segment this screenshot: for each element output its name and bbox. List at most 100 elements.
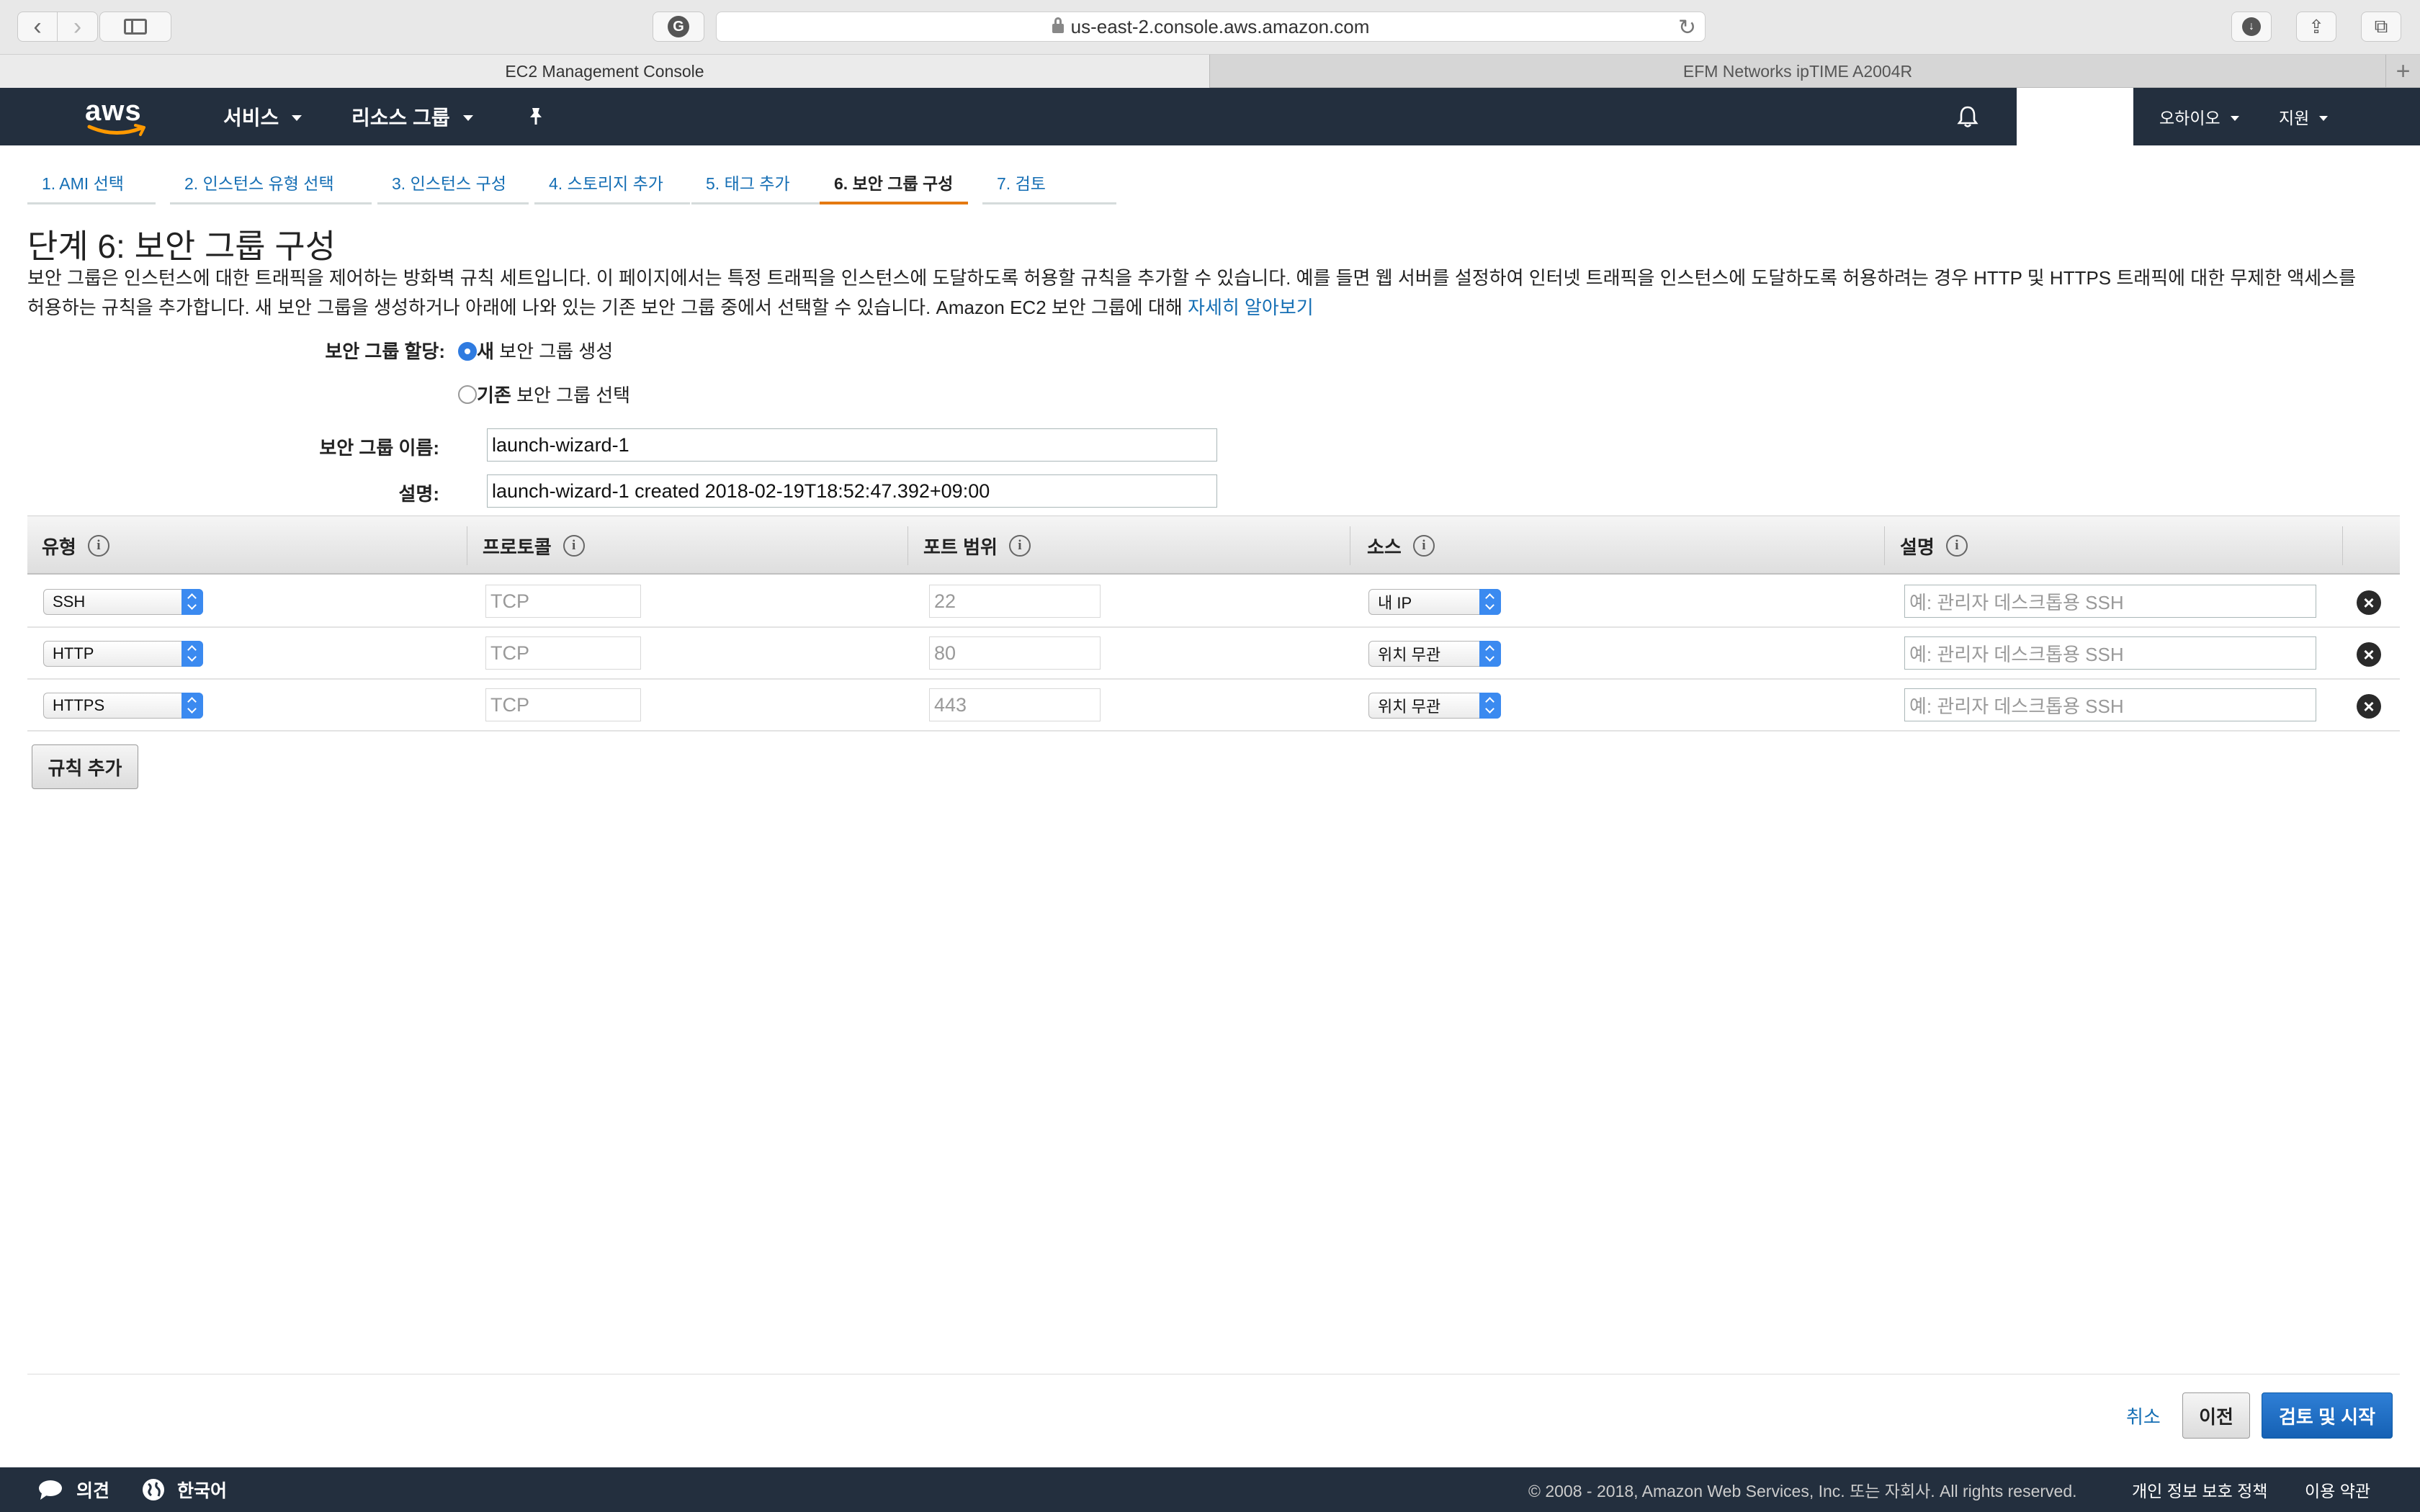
info-icon[interactable]: i bbox=[1412, 535, 1435, 557]
aws-logo[interactable]: aws bbox=[85, 95, 150, 138]
info-icon[interactable]: i bbox=[1945, 535, 1968, 557]
remove-rule-icon[interactable]: × bbox=[2357, 590, 2381, 615]
language-menu[interactable]: 한국어 bbox=[141, 1467, 227, 1512]
th-protocol: 프로토콜 i bbox=[483, 516, 585, 575]
info-icon[interactable]: i bbox=[563, 535, 585, 557]
step-add-storage[interactable]: 4. 스토리지 추가 bbox=[534, 170, 690, 204]
source-select[interactable]: 위치 무관 bbox=[1368, 693, 1501, 719]
aws-logo-text: aws bbox=[85, 95, 142, 127]
aws-smile-icon bbox=[87, 124, 145, 136]
tabs-icon: ⧉ bbox=[2374, 15, 2388, 37]
info-icon[interactable]: i bbox=[87, 535, 109, 557]
chevron-right-icon: › bbox=[73, 12, 82, 40]
th-desc-label: 설명 bbox=[1900, 536, 1935, 558]
source-select[interactable]: 위치 무관 bbox=[1368, 641, 1501, 667]
sidebar-icon bbox=[124, 19, 147, 35]
browser-tab-ec2[interactable]: EC2 Management Console bbox=[0, 55, 1210, 88]
select-arrows-icon bbox=[1479, 693, 1501, 719]
type-select[interactable]: SSH bbox=[43, 589, 203, 615]
th-source: 소스 i bbox=[1367, 516, 1435, 575]
aws-top-nav: aws 서비스 리소스 그룹 오하이오 지원 bbox=[0, 88, 2420, 145]
step-instance-type[interactable]: 2. 인스턴스 유형 선택 bbox=[170, 170, 372, 204]
extension-button[interactable]: G bbox=[653, 12, 704, 42]
address-bar[interactable]: us-east-2.console.aws.amazon.com ↻ bbox=[716, 12, 1706, 42]
support-menu[interactable]: 지원 bbox=[2279, 88, 2329, 145]
chevron-left-icon: ‹ bbox=[33, 12, 42, 40]
table-row: HTTP TCP 80 위치 무관 예: 관리자 데스크톱용 SSH × bbox=[27, 628, 2400, 680]
browser-tab-iptime[interactable]: EFM Networks ipTIME A2004R bbox=[1211, 55, 2385, 88]
resource-groups-menu[interactable]: 리소스 그룹 bbox=[351, 88, 473, 145]
feedback-link[interactable]: 의견 bbox=[37, 1467, 109, 1512]
services-menu[interactable]: 서비스 bbox=[223, 88, 302, 145]
console-footer: 의견 한국어 © 2008 - 2018, Amazon Web Service… bbox=[0, 1467, 2420, 1512]
services-label: 서비스 bbox=[223, 107, 279, 129]
back-button[interactable]: ‹ bbox=[17, 12, 58, 42]
previous-button[interactable]: 이전 bbox=[2182, 1392, 2250, 1439]
select-arrows-icon bbox=[182, 589, 203, 615]
bell-icon[interactable] bbox=[1955, 104, 1981, 130]
port-field: 443 bbox=[929, 688, 1101, 721]
step-security-group[interactable]: 6. 보안 그룹 구성 bbox=[820, 170, 968, 204]
radio-new-sg-label[interactable]: 새 보안 그룹 생성 bbox=[477, 337, 613, 364]
select-arrows-icon bbox=[1479, 589, 1501, 615]
source-select[interactable]: 내 IP bbox=[1368, 589, 1501, 615]
protocol-field: TCP bbox=[485, 688, 641, 721]
new-rest: 보안 그룹 생성 bbox=[493, 341, 614, 362]
sidebar-toggle-button[interactable] bbox=[99, 12, 171, 42]
step-review[interactable]: 7. 검토 bbox=[982, 170, 1116, 204]
sg-name-label: 보안 그룹 이름: bbox=[319, 437, 439, 459]
remove-rule-icon[interactable]: × bbox=[2357, 642, 2381, 667]
reload-icon[interactable]: ↻ bbox=[1678, 15, 1696, 40]
radio-existing-sg-label[interactable]: 기존 보안 그룹 선택 bbox=[477, 381, 630, 408]
tabs-overview-button[interactable]: ⧉ bbox=[2361, 12, 2401, 42]
table-row: HTTPS TCP 443 위치 무관 예: 관리자 데스크톱용 SSH × bbox=[27, 680, 2400, 732]
radio-new-sg[interactable] bbox=[458, 342, 477, 361]
review-and-launch-button[interactable]: 검토 및 시작 bbox=[2262, 1392, 2393, 1439]
sg-name-input[interactable]: launch-wizard-1 bbox=[487, 428, 1217, 462]
feedback-label: 의견 bbox=[76, 1481, 110, 1501]
copyright-text: © 2008 - 2018, Amazon Web Services, Inc.… bbox=[1528, 1482, 2077, 1500]
table-row: SSH TCP 22 내 IP 예: 관리자 데스크톱용 SSH × bbox=[27, 576, 2400, 628]
grammarly-icon: G bbox=[668, 16, 689, 37]
port-field: 22 bbox=[929, 585, 1101, 618]
history-buttons: ‹ › bbox=[17, 12, 98, 42]
type-select[interactable]: HTTP bbox=[43, 641, 203, 667]
browser-tabs: EC2 Management Console EFM Networks ipTI… bbox=[0, 55, 2420, 88]
th-type: 유형 i bbox=[42, 516, 109, 575]
share-button[interactable]: ⇪ bbox=[2296, 12, 2336, 42]
select-arrows-icon bbox=[182, 641, 203, 667]
source-value: 내 IP bbox=[1378, 594, 1412, 612]
caret-down-icon bbox=[2230, 115, 2239, 121]
info-icon[interactable]: i bbox=[1008, 535, 1031, 557]
port-field: 80 bbox=[929, 636, 1101, 670]
account-menu[interactable] bbox=[2017, 88, 2133, 145]
rule-description-input[interactable]: 예: 관리자 데스크톱용 SSH bbox=[1904, 636, 2316, 670]
step-add-tags[interactable]: 5. 태그 추가 bbox=[691, 170, 833, 204]
speech-bubble-icon bbox=[39, 1480, 62, 1500]
add-rule-button[interactable]: 규칙 추가 bbox=[32, 744, 138, 789]
sg-desc-input[interactable]: launch-wizard-1 created 2018-02-19T18:52… bbox=[487, 474, 1217, 508]
terms-link[interactable]: 이용 약관 bbox=[2305, 1467, 2370, 1512]
th-port-range: 포트 범위 i bbox=[923, 516, 1031, 575]
forward-button[interactable]: › bbox=[58, 12, 98, 42]
rule-description-input[interactable]: 예: 관리자 데스크톱용 SSH bbox=[1904, 688, 2316, 721]
learn-more-link[interactable]: 자세히 알아보기 bbox=[1188, 297, 1314, 318]
type-value: HTTP bbox=[53, 644, 94, 662]
rule-description-input[interactable]: 예: 관리자 데스크톱용 SSH bbox=[1904, 585, 2316, 618]
browser-toolbar: ‹ › G us-east-2.console.aws.amazon.com ↻… bbox=[0, 0, 2420, 55]
select-arrows-icon bbox=[1479, 641, 1501, 667]
step-configure-instance[interactable]: 3. 인스턴스 구성 bbox=[377, 170, 529, 204]
privacy-policy-link[interactable]: 개인 정보 보호 정책 bbox=[2132, 1467, 2267, 1512]
protocol-field: TCP bbox=[485, 636, 641, 670]
new-tab-button[interactable]: + bbox=[2385, 55, 2420, 88]
step-ami[interactable]: 1. AMI 선택 bbox=[27, 170, 156, 204]
type-select[interactable]: HTTPS bbox=[43, 693, 203, 719]
cancel-link[interactable]: 취소 bbox=[2126, 1403, 2161, 1429]
downloads-button[interactable]: ↓ bbox=[2231, 12, 2272, 42]
download-icon: ↓ bbox=[2242, 17, 2261, 36]
rules-table-header: 유형 i 프로토콜 i 포트 범위 i 소스 i 설명 i bbox=[27, 516, 2400, 575]
region-menu[interactable]: 오하이오 bbox=[2159, 88, 2239, 145]
radio-existing-sg[interactable] bbox=[458, 385, 477, 404]
remove-rule-icon[interactable]: × bbox=[2357, 694, 2381, 719]
pin-icon[interactable] bbox=[524, 105, 547, 128]
